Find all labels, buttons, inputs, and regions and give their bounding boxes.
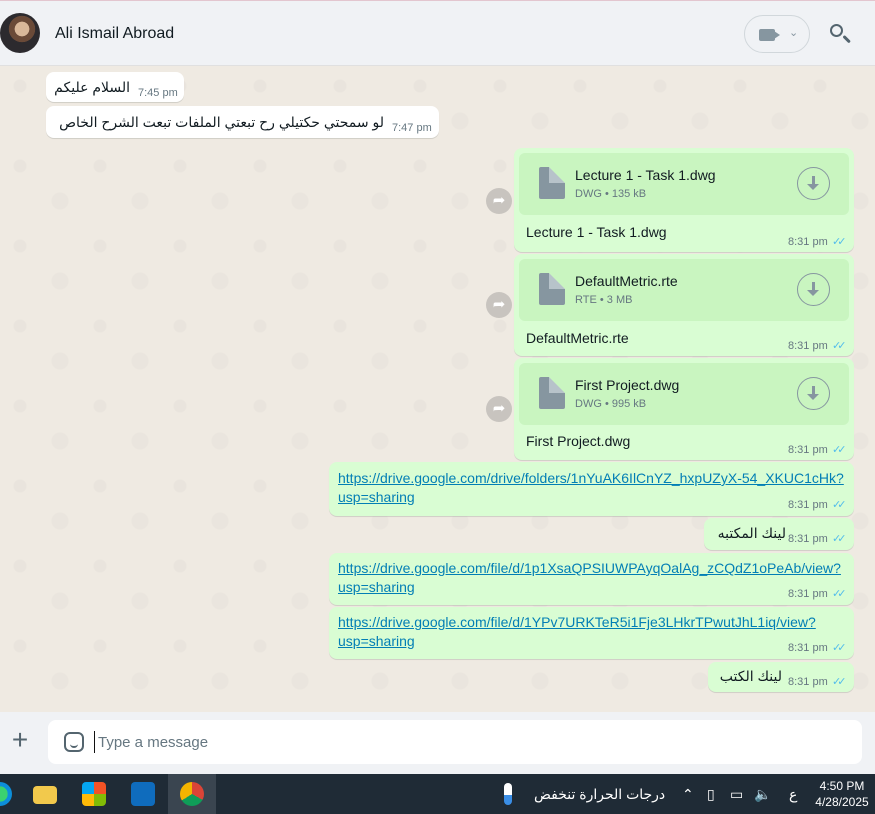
file-caption: Lecture 1 - Task 1.dwg	[526, 224, 667, 240]
clock-date: 4/28/2025	[815, 795, 869, 809]
message-text: لو سمحتي حكتيلي رح تبعتي الملفات تبعت ال…	[59, 114, 384, 130]
avatar[interactable]	[0, 13, 40, 53]
link-message[interactable]: https://drive.google.com/file/d/1p1XsaQP…	[329, 553, 854, 605]
file-caption: DefaultMetric.rte	[526, 330, 629, 346]
file-message[interactable]: DefaultMetric.rte RTE • 3 MB DefaultMetr…	[514, 254, 854, 356]
message-text: لينك المكتبه	[717, 525, 786, 541]
double-check-icon: ✓✓	[832, 499, 847, 511]
document-icon	[539, 167, 565, 199]
message-time: 8:31 pm	[788, 340, 828, 352]
double-check-icon: ✓✓	[832, 588, 847, 600]
outlook-icon[interactable]	[131, 782, 155, 806]
message-incoming[interactable]: لو سمحتي حكتيلي رح تبعتي الملفات تبعت ال…	[46, 106, 439, 138]
search-icon	[830, 24, 843, 37]
message-time: 8:31 pm	[788, 533, 828, 545]
search-button[interactable]	[826, 21, 854, 49]
message-incoming[interactable]: السلام عليكم 7:45 pm	[46, 72, 184, 102]
volume-icon[interactable]: 🔈	[754, 786, 771, 803]
message-time: 7:47 pm	[392, 122, 432, 134]
double-check-icon: ✓✓	[832, 533, 847, 545]
link-message[interactable]: https://drive.google.com/drive/folders/1…	[329, 462, 854, 516]
double-check-icon: ✓✓	[832, 642, 847, 654]
file-message[interactable]: Lecture 1 - Task 1.dwg DWG • 135 kB Lect…	[514, 148, 854, 252]
video-call-button[interactable]: ⌄	[744, 15, 810, 53]
browser-edge-icon[interactable]	[0, 782, 12, 806]
download-icon[interactable]	[797, 377, 830, 410]
message-time: 8:31 pm	[788, 642, 828, 654]
message-time: 8:31 pm	[788, 676, 828, 688]
clock-time: 4:50 PM	[819, 779, 865, 793]
file-meta: DWG • 135 kB	[575, 188, 647, 200]
file-name: First Project.dwg	[575, 377, 680, 393]
message-link[interactable]: usp=sharing	[338, 489, 415, 505]
double-check-icon: ✓✓	[832, 340, 847, 352]
thermometer-icon	[504, 783, 512, 805]
file-caption: First Project.dwg	[526, 433, 631, 449]
download-icon[interactable]	[797, 273, 830, 306]
input-language[interactable]: ع	[789, 786, 797, 803]
double-check-icon: ✓✓	[832, 676, 847, 688]
download-icon[interactable]	[797, 167, 830, 200]
sticker-icon[interactable]	[64, 732, 84, 752]
message-link[interactable]: usp=sharing	[338, 633, 415, 649]
store-icon[interactable]	[82, 782, 106, 806]
forward-icon[interactable]: ➦	[486, 188, 512, 214]
message-time: 8:31 pm	[788, 588, 828, 600]
link-message[interactable]: https://drive.google.com/file/d/1YPv7URK…	[329, 607, 854, 659]
file-attachment[interactable]: First Project.dwg DWG • 995 kB	[519, 363, 849, 425]
message-time: 8:31 pm	[788, 499, 828, 511]
file-meta: DWG • 995 kB	[575, 398, 647, 410]
video-call-icon	[759, 29, 780, 41]
meet-icon[interactable]: ▯	[707, 786, 715, 803]
file-meta: RTE • 3 MB	[575, 294, 633, 306]
file-attachment[interactable]: DefaultMetric.rte RTE • 3 MB	[519, 259, 849, 321]
message-input-box[interactable]	[48, 720, 862, 764]
forward-icon[interactable]: ➦	[486, 292, 512, 318]
message-text: السلام عليكم	[54, 79, 130, 95]
chat-header: Ali Ismail Abroad ⌄	[0, 0, 875, 66]
forward-icon[interactable]: ➦	[486, 396, 512, 422]
message-link[interactable]: usp=sharing	[338, 579, 415, 595]
windows-taskbar: درجات الحرارة تنخفض ⌃ ▯ ▭ 🔈 ع 4:50 PM 4/…	[0, 774, 875, 814]
message-list[interactable]: السلام عليكم 7:45 pm لو سمحتي حكتيلي رح …	[0, 66, 875, 712]
weather-text[interactable]: درجات الحرارة تنخفض	[534, 786, 665, 803]
file-attachment[interactable]: Lecture 1 - Task 1.dwg DWG • 135 kB	[519, 153, 849, 215]
message-text: لينك الكتب	[719, 668, 782, 684]
message-composer: +	[0, 712, 875, 774]
double-check-icon: ✓✓	[832, 444, 847, 456]
message-time: 8:31 pm	[788, 236, 828, 248]
file-name: Lecture 1 - Task 1.dwg	[575, 167, 716, 183]
file-name: DefaultMetric.rte	[575, 273, 678, 289]
chevron-up-icon[interactable]: ⌃	[682, 786, 694, 803]
system-clock[interactable]: 4:50 PM 4/28/2025	[812, 778, 872, 810]
document-icon	[539, 377, 565, 409]
document-icon	[539, 273, 565, 305]
file-explorer-icon[interactable]	[33, 786, 57, 804]
message-link[interactable]: https://drive.google.com/file/d/1YPv7URK…	[338, 614, 816, 630]
network-icon[interactable]: ▭	[730, 786, 743, 803]
message-input[interactable]	[94, 731, 834, 753]
chrome-icon[interactable]	[180, 782, 204, 806]
double-check-icon: ✓✓	[832, 236, 847, 248]
contact-name[interactable]: Ali Ismail Abroad	[55, 25, 174, 43]
message-link[interactable]: https://drive.google.com/drive/folders/1…	[338, 470, 844, 486]
message-outgoing[interactable]: لينك المكتبه 8:31 pm ✓✓	[704, 518, 854, 550]
chevron-down-icon: ⌄	[789, 27, 799, 39]
message-time: 8:31 pm	[788, 444, 828, 456]
message-time: 7:45 pm	[138, 87, 178, 99]
message-outgoing[interactable]: لينك الكتب 8:31 pm ✓✓	[708, 662, 854, 692]
plus-icon[interactable]: +	[8, 726, 32, 754]
file-message[interactable]: First Project.dwg DWG • 995 kB First Pro…	[514, 358, 854, 460]
message-link[interactable]: https://drive.google.com/file/d/1p1XsaQP…	[338, 560, 841, 576]
